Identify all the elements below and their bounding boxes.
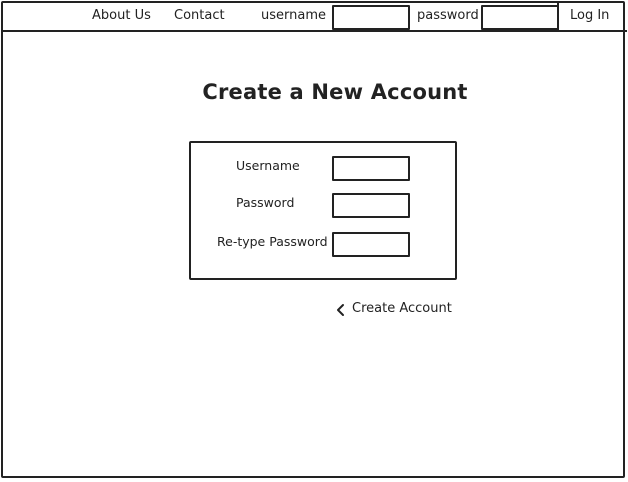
username-field-label: Username [236, 158, 300, 173]
password-field[interactable] [332, 193, 410, 218]
chevron-left-icon [335, 302, 347, 316]
username-field[interactable] [332, 156, 410, 181]
signup-form-panel [189, 141, 457, 280]
nav-divider [557, 2, 559, 31]
create-account-label: Create Account [352, 301, 452, 316]
retype-password-field-label: Re-type Password [217, 234, 328, 249]
nav-username-label: username [261, 8, 326, 23]
nav-username-input[interactable] [332, 5, 410, 30]
nav-contact-link[interactable]: Contact [174, 8, 225, 24]
nav-password-label: password [417, 8, 479, 23]
password-field-label: Password [236, 195, 295, 210]
create-account-button[interactable]: Create Account [335, 301, 452, 317]
page-title: Create a New Account [202, 80, 468, 104]
nav-about-us-link[interactable]: About Us [92, 8, 151, 24]
retype-password-field[interactable] [332, 232, 410, 257]
nav-password-input[interactable] [481, 5, 559, 30]
nav-login-button[interactable]: Log In [570, 8, 609, 24]
